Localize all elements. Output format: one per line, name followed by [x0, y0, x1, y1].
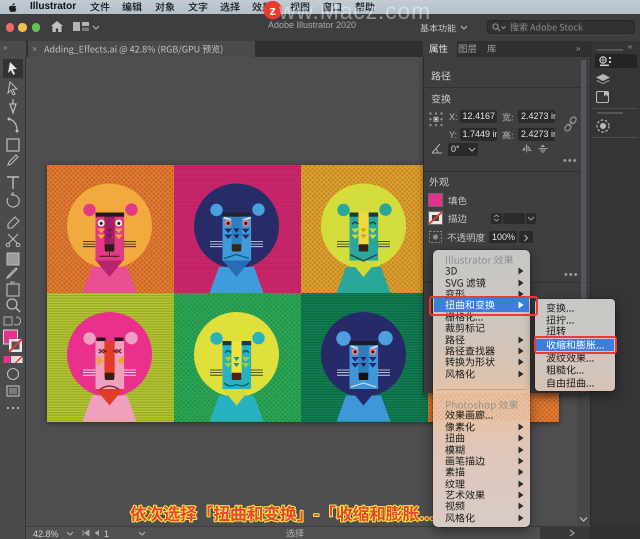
svg-text:z: z	[269, 3, 276, 18]
